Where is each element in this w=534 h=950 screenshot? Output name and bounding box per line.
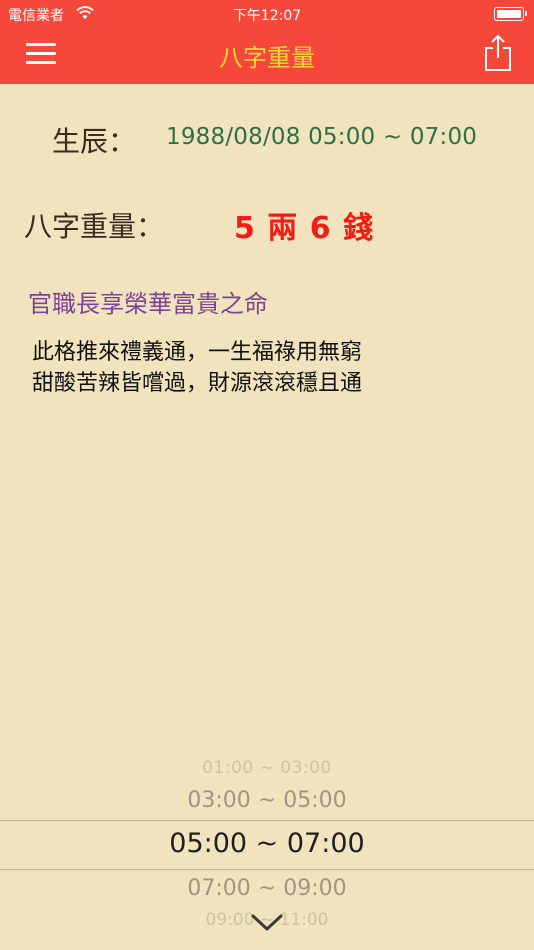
fate-title: 官職長享榮華富貴之命 bbox=[28, 290, 268, 318]
chevron-down-icon[interactable] bbox=[250, 912, 284, 934]
battery-icon bbox=[494, 7, 527, 21]
picker-option[interactable]: 07:00 ~ 09:00 bbox=[0, 876, 534, 901]
share-icon[interactable] bbox=[484, 34, 512, 72]
page-title: 八字重量 bbox=[219, 44, 315, 72]
navigation-bar: 電信業者 下午12:07 八字重量 bbox=[0, 0, 534, 84]
weight-value: 5 兩 6 錢 bbox=[234, 211, 375, 246]
weight-label: 八字重量： bbox=[24, 210, 165, 243]
picker-option-selected[interactable]: 05:00 ~ 07:00 bbox=[0, 828, 534, 859]
birth-label: 生辰： bbox=[52, 125, 137, 158]
app-screen: 電信業者 下午12:07 八字重量 生辰： 1988/08/08 05:00 ~… bbox=[0, 0, 534, 950]
picker-option[interactable]: 01:00 ~ 03:00 bbox=[0, 758, 534, 778]
birth-value: 1988/08/08 05:00 ~ 07:00 bbox=[166, 124, 478, 150]
fate-poem: 此格推來禮義通，一生福祿用無窮 甜酸苦辣皆嚐過，財源滾滾穩且通 bbox=[32, 337, 362, 399]
status-bar: 電信業者 下午12:07 bbox=[0, 0, 534, 28]
status-time: 下午12:07 bbox=[232, 8, 302, 24]
poem-line-2: 甜酸苦辣皆嚐過，財源滾滾穩且通 bbox=[32, 371, 363, 396]
poem-line-1: 此格推來禮義通，一生福祿用無窮 bbox=[32, 340, 363, 365]
picker-option[interactable]: 03:00 ~ 05:00 bbox=[0, 788, 534, 813]
